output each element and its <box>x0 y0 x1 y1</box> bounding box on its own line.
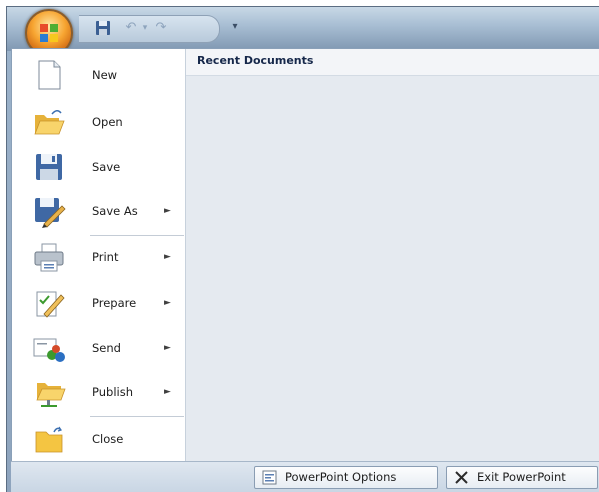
prepare-pencil-icon <box>36 291 65 318</box>
menu-item-new[interactable]: New <box>12 55 184 95</box>
exit-powerpoint-label: Exit PowerPoint <box>477 470 566 484</box>
exit-x-icon <box>455 471 468 484</box>
open-folder-icon <box>34 110 65 135</box>
recent-documents-panel: Recent Documents <box>186 49 599 461</box>
menu-item-print[interactable]: Print ► <box>12 237 184 277</box>
powerpoint-options-button[interactable]: PowerPoint Options <box>254 466 438 489</box>
customize-qat-icon[interactable]: ▾ <box>227 19 243 35</box>
recent-documents-title: Recent Documents <box>197 54 314 67</box>
submenu-arrow-icon: ► <box>164 298 171 308</box>
menu-item-send[interactable]: Send ► <box>12 328 184 368</box>
office-menu-footer: PowerPoint Options Exit PowerPoint <box>11 461 599 492</box>
powerpoint-options-label: PowerPoint Options <box>285 470 397 484</box>
menu-item-publish[interactable]: Publish ► <box>12 372 184 412</box>
menu-item-label: Send <box>92 341 121 355</box>
office-menu: New Open Save Save As ► Print ► Prepare … <box>11 48 599 462</box>
quick-access-toolbar: ↶ ▾ ↷ <box>79 15 220 43</box>
publish-folder-icon <box>36 383 66 407</box>
printer-icon <box>34 243 64 272</box>
title-bar: ↶ ▾ ↷ ▾ <box>7 7 599 51</box>
menu-item-label: Save <box>92 160 121 174</box>
menu-item-label: Save As <box>92 204 138 218</box>
save-icon[interactable] <box>95 20 111 36</box>
menu-item-prepare[interactable]: Prepare ► <box>12 283 184 323</box>
close-folder-icon <box>35 426 63 453</box>
menu-item-label: Publish <box>92 385 133 399</box>
menu-item-label: Prepare <box>92 296 137 310</box>
floppy-disk-icon <box>36 154 62 180</box>
menu-item-save[interactable]: Save <box>12 147 184 187</box>
submenu-arrow-icon: ► <box>164 343 171 353</box>
submenu-arrow-icon: ► <box>164 252 171 262</box>
submenu-arrow-icon: ► <box>164 206 171 216</box>
menu-item-label: New <box>92 68 118 82</box>
menu-item-label: Close <box>92 432 124 446</box>
menu-item-open[interactable]: Open <box>12 102 184 142</box>
exit-powerpoint-button[interactable]: Exit PowerPoint <box>446 466 598 489</box>
new-document-icon <box>38 60 61 90</box>
submenu-arrow-icon: ► <box>164 387 171 397</box>
menu-item-label: Open <box>92 115 123 129</box>
undo-dropdown-icon[interactable]: ▾ <box>137 20 153 36</box>
menu-item-close[interactable]: Close <box>12 419 184 459</box>
menu-item-label: Print <box>92 250 119 264</box>
menu-separator <box>90 416 184 417</box>
options-icon <box>262 470 277 485</box>
save-as-icon <box>35 198 66 228</box>
recent-documents-header: Recent Documents <box>186 49 599 76</box>
office-menu-commands: New Open Save Save As ► Print ► Prepare … <box>12 49 186 461</box>
menu-separator <box>90 235 184 236</box>
send-icon <box>33 338 65 362</box>
menu-item-save-as[interactable]: Save As ► <box>12 191 184 231</box>
redo-icon[interactable]: ↷ <box>153 20 169 36</box>
office-logo-icon <box>40 24 58 42</box>
